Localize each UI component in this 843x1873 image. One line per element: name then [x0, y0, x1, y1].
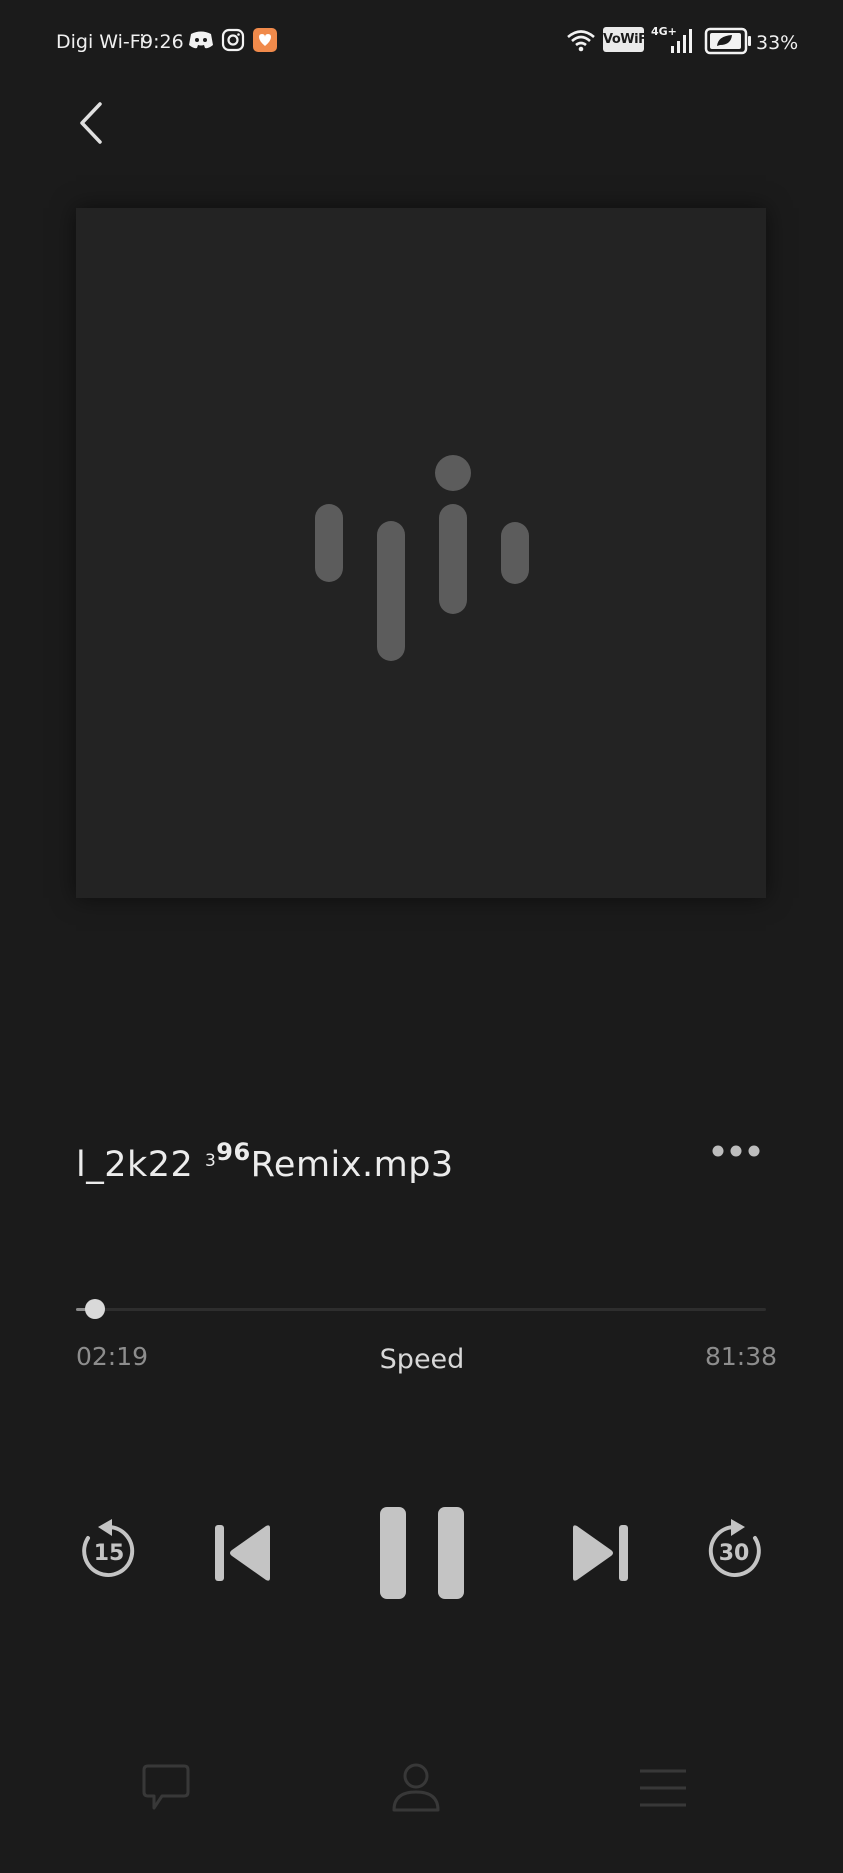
wifi-icon [567, 30, 595, 52]
app-notification-icon [253, 28, 277, 52]
instagram-icon [221, 28, 245, 52]
pause-button[interactable] [378, 1505, 466, 1601]
battery-icon [704, 27, 751, 55]
audio-logo-icon [315, 455, 529, 661]
next-track-button[interactable] [567, 1522, 631, 1584]
carrier-label: Digi Wi-Fi [56, 31, 145, 53]
vowifi-badge: VoWiFi [603, 27, 651, 52]
back-button[interactable] [72, 98, 112, 148]
status-bar: Digi Wi-Fi 9:26 VoWiFi 4G+ 33% [0, 0, 843, 84]
rewind-seconds-label: 15 [94, 1541, 125, 1566]
menu-icon[interactable] [638, 1768, 688, 1808]
signal-icon [671, 29, 692, 53]
chat-icon[interactable] [140, 1762, 192, 1814]
profile-icon[interactable] [390, 1760, 442, 1816]
more-options-button[interactable] [706, 1142, 766, 1162]
clock: 9:26 [141, 31, 184, 53]
album-artwork [76, 208, 766, 898]
track-title: l_2k22 396Remix.mp3 [76, 1138, 454, 1185]
progress-track[interactable] [76, 1308, 766, 1311]
total-time: 81:38 [705, 1342, 778, 1371]
progress-knob[interactable] [85, 1299, 106, 1319]
discord-icon [189, 31, 213, 49]
battery-percent: 33% [756, 32, 799, 54]
elapsed-time: 02:19 [76, 1342, 149, 1371]
rewind-15-button[interactable]: 15 [76, 1518, 142, 1584]
forward-30-button[interactable]: 30 [701, 1518, 767, 1584]
speed-button[interactable]: Speed [360, 1344, 484, 1375]
previous-track-button[interactable] [212, 1522, 276, 1584]
forward-seconds-label: 30 [719, 1541, 750, 1566]
